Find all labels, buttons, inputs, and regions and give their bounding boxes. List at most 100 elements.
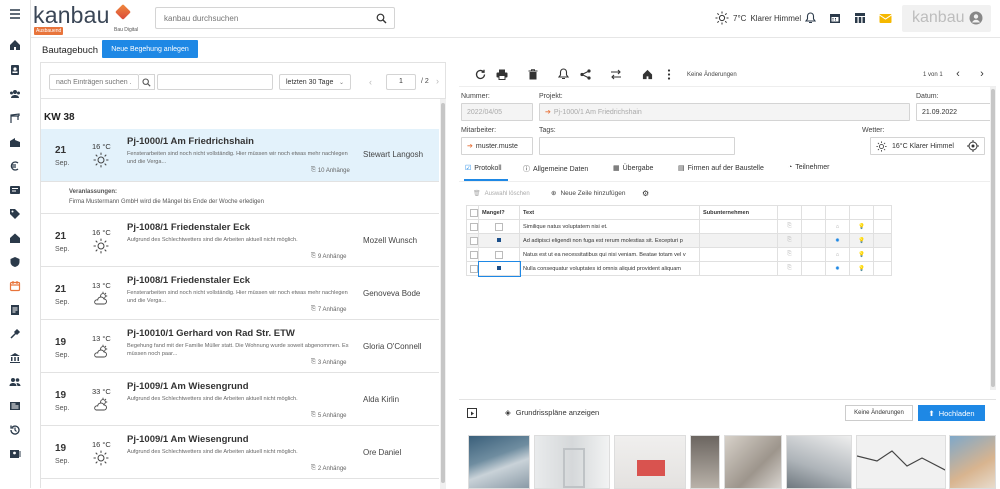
crane-icon[interactable]	[8, 111, 22, 125]
bell-icon[interactable]	[557, 68, 569, 80]
search-icon[interactable]	[375, 12, 387, 24]
star-icon[interactable]: ✸	[825, 233, 850, 248]
date-range-select[interactable]: letzten 30 Tage ⌄	[279, 74, 351, 90]
tag-icon[interactable]	[8, 207, 22, 221]
attachment-thumbnail[interactable]	[690, 435, 720, 489]
search-icon[interactable]	[139, 74, 155, 90]
star-icon[interactable]: ✸	[825, 261, 850, 276]
tab-general-data[interactable]: ⓘ Allgemeine Daten	[523, 164, 588, 174]
defect-marked-icon[interactable]	[497, 266, 501, 271]
previous-page-icon[interactable]: ‹	[369, 77, 372, 87]
defect-checkbox[interactable]	[495, 250, 503, 259]
paperclip-icon[interactable]: ⎘	[777, 247, 802, 262]
building-icon[interactable]	[8, 135, 22, 149]
attachment-thumbnail[interactable]	[468, 435, 530, 489]
select-all-cell[interactable]	[466, 205, 479, 220]
table-row[interactable]: Natus est ut ea necessitatibus qui nisi …	[466, 247, 892, 262]
next-record-icon[interactable]: ›	[976, 68, 988, 80]
list-item[interactable]: 19 Sep. 33 °C Pj-1009/1 Am Wiesengrund A…	[41, 374, 439, 426]
calendar-icon[interactable]	[8, 279, 22, 293]
paperclip-icon[interactable]: ⎘	[777, 233, 802, 248]
tags-field[interactable]	[539, 137, 735, 155]
logo[interactable]: kanbau Ausbauend Bau Digital	[33, 2, 153, 36]
text-filter-input[interactable]	[157, 74, 273, 90]
play-icon[interactable]	[467, 408, 477, 418]
row-text[interactable]: Natus est ut ea necessitatibus qui nisi …	[519, 247, 700, 262]
changes-status-button[interactable]: Keine Änderungen	[845, 405, 913, 421]
document-icon[interactable]	[8, 303, 22, 317]
menu-icon[interactable]	[8, 7, 22, 21]
euro-icon[interactable]	[8, 159, 22, 173]
list-item[interactable]: 21 Sep. 16 °C Pj-1000/1 Am Friedrichshai…	[41, 129, 439, 182]
print-icon[interactable]	[496, 68, 508, 80]
newspaper-icon[interactable]	[8, 399, 22, 413]
attachment-thumbnail[interactable]	[534, 435, 610, 489]
date-field[interactable]: 21.09.2022	[916, 103, 996, 121]
defect-marked-icon[interactable]	[497, 238, 501, 243]
team-icon[interactable]	[8, 375, 22, 389]
shield-icon[interactable]	[8, 255, 22, 269]
select-all-checkbox[interactable]	[470, 208, 478, 217]
bulb-icon[interactable]: 💡	[849, 261, 874, 276]
house-icon[interactable]: ⌂	[825, 247, 850, 262]
previous-record-icon[interactable]: ‹	[952, 68, 964, 80]
next-page-icon[interactable]: ›	[436, 76, 439, 86]
table-row[interactable]: Nulla consequatur voluptates id omnis al…	[466, 260, 892, 277]
list-item[interactable]: 21 Sep. 16 °C Pj-1008/1 Friedenstaler Ec…	[41, 215, 439, 267]
row-subcontractor[interactable]	[699, 219, 778, 234]
calendar-icon[interactable]	[828, 11, 842, 25]
table-row[interactable]: Similique natus voluptatem nisi et. ⎘ ⌂ …	[466, 219, 892, 234]
list-item[interactable]: 19 Sep. 16 °C Pj-1009/1 Am Wiesengrund A…	[41, 427, 439, 479]
row-checkbox[interactable]	[470, 222, 478, 231]
row-checkbox[interactable]	[470, 250, 478, 259]
new-inspection-button[interactable]: Neue Begehung anlegen	[102, 40, 198, 58]
attachment-thumbnail[interactable]	[949, 435, 996, 489]
home-icon[interactable]	[641, 68, 653, 80]
tools-icon[interactable]	[8, 327, 22, 341]
mail-icon[interactable]	[878, 11, 892, 25]
bulb-icon[interactable]: 💡	[849, 247, 874, 262]
staff-field[interactable]: ➔ muster.muste	[461, 137, 533, 155]
refresh-icon[interactable]	[474, 68, 486, 80]
bulb-icon[interactable]: 💡	[849, 219, 874, 234]
row-checkbox[interactable]	[470, 264, 478, 273]
history-icon[interactable]	[8, 423, 22, 437]
entry-search-input[interactable]	[49, 74, 139, 90]
row-text[interactable]: Similique natus voluptatem nisi et.	[519, 219, 700, 234]
global-search-input[interactable]	[155, 7, 395, 29]
page-number-input[interactable]: 1	[386, 74, 416, 90]
delete-selection-button[interactable]: 🗑 Auswahl löschen	[473, 190, 530, 198]
attachment-thumbnail[interactable]	[856, 435, 946, 489]
floorplans-toggle[interactable]: ◈ Grundrisspläne anzeigen	[505, 408, 599, 417]
attachment-thumbnail[interactable]	[786, 435, 852, 489]
paperclip-icon[interactable]: ⎘	[777, 261, 802, 276]
id-card-icon[interactable]	[8, 183, 22, 197]
detail-scrollbar[interactable]	[990, 87, 996, 390]
group-icon[interactable]	[8, 87, 22, 101]
row-subcontractor[interactable]	[699, 261, 778, 276]
table-row[interactable]: Ad adipisci eligendi non fuga est rerum …	[466, 233, 892, 248]
share-icon[interactable]	[579, 68, 591, 80]
row-text[interactable]: Ad adipisci eligendi non fuga est rerum …	[519, 233, 700, 248]
address-book-icon[interactable]	[8, 63, 22, 77]
attachment-thumbnail[interactable]	[724, 435, 782, 489]
row-text[interactable]: Nulla consequatur voluptates id omnis al…	[519, 261, 700, 276]
bell-icon[interactable]	[803, 11, 817, 25]
house-icon[interactable]: ⌂	[825, 219, 850, 234]
attachment-thumbnail[interactable]	[614, 435, 686, 489]
transfer-icon[interactable]	[610, 68, 622, 80]
row-subcontractor[interactable]	[699, 233, 778, 248]
tab-handover[interactable]: ▦ Übergabe	[613, 164, 653, 173]
tab-participants[interactable]: ◔ Teilnehmer	[788, 164, 829, 171]
gear-icon[interactable]: ⚙	[642, 189, 649, 198]
list-item[interactable]: 21 Sep. 13 °C Pj-1008/1 Friedenstaler Ec…	[41, 268, 439, 320]
scrollbar-thumb[interactable]	[991, 89, 995, 387]
row-subcontractor[interactable]	[699, 247, 778, 262]
row-checkbox[interactable]	[470, 236, 478, 245]
tab-companies[interactable]: ▤ Firmen auf der Baustelle	[678, 164, 764, 173]
defect-checkbox[interactable]	[495, 222, 503, 231]
list-item[interactable]: 19 Sep. 13 °C Pj-10010/1 Gerhard von Rad…	[41, 321, 439, 373]
paperclip-icon[interactable]: ⎘	[777, 219, 802, 234]
contacts-icon[interactable]	[8, 447, 22, 461]
house-icon[interactable]	[8, 231, 22, 245]
